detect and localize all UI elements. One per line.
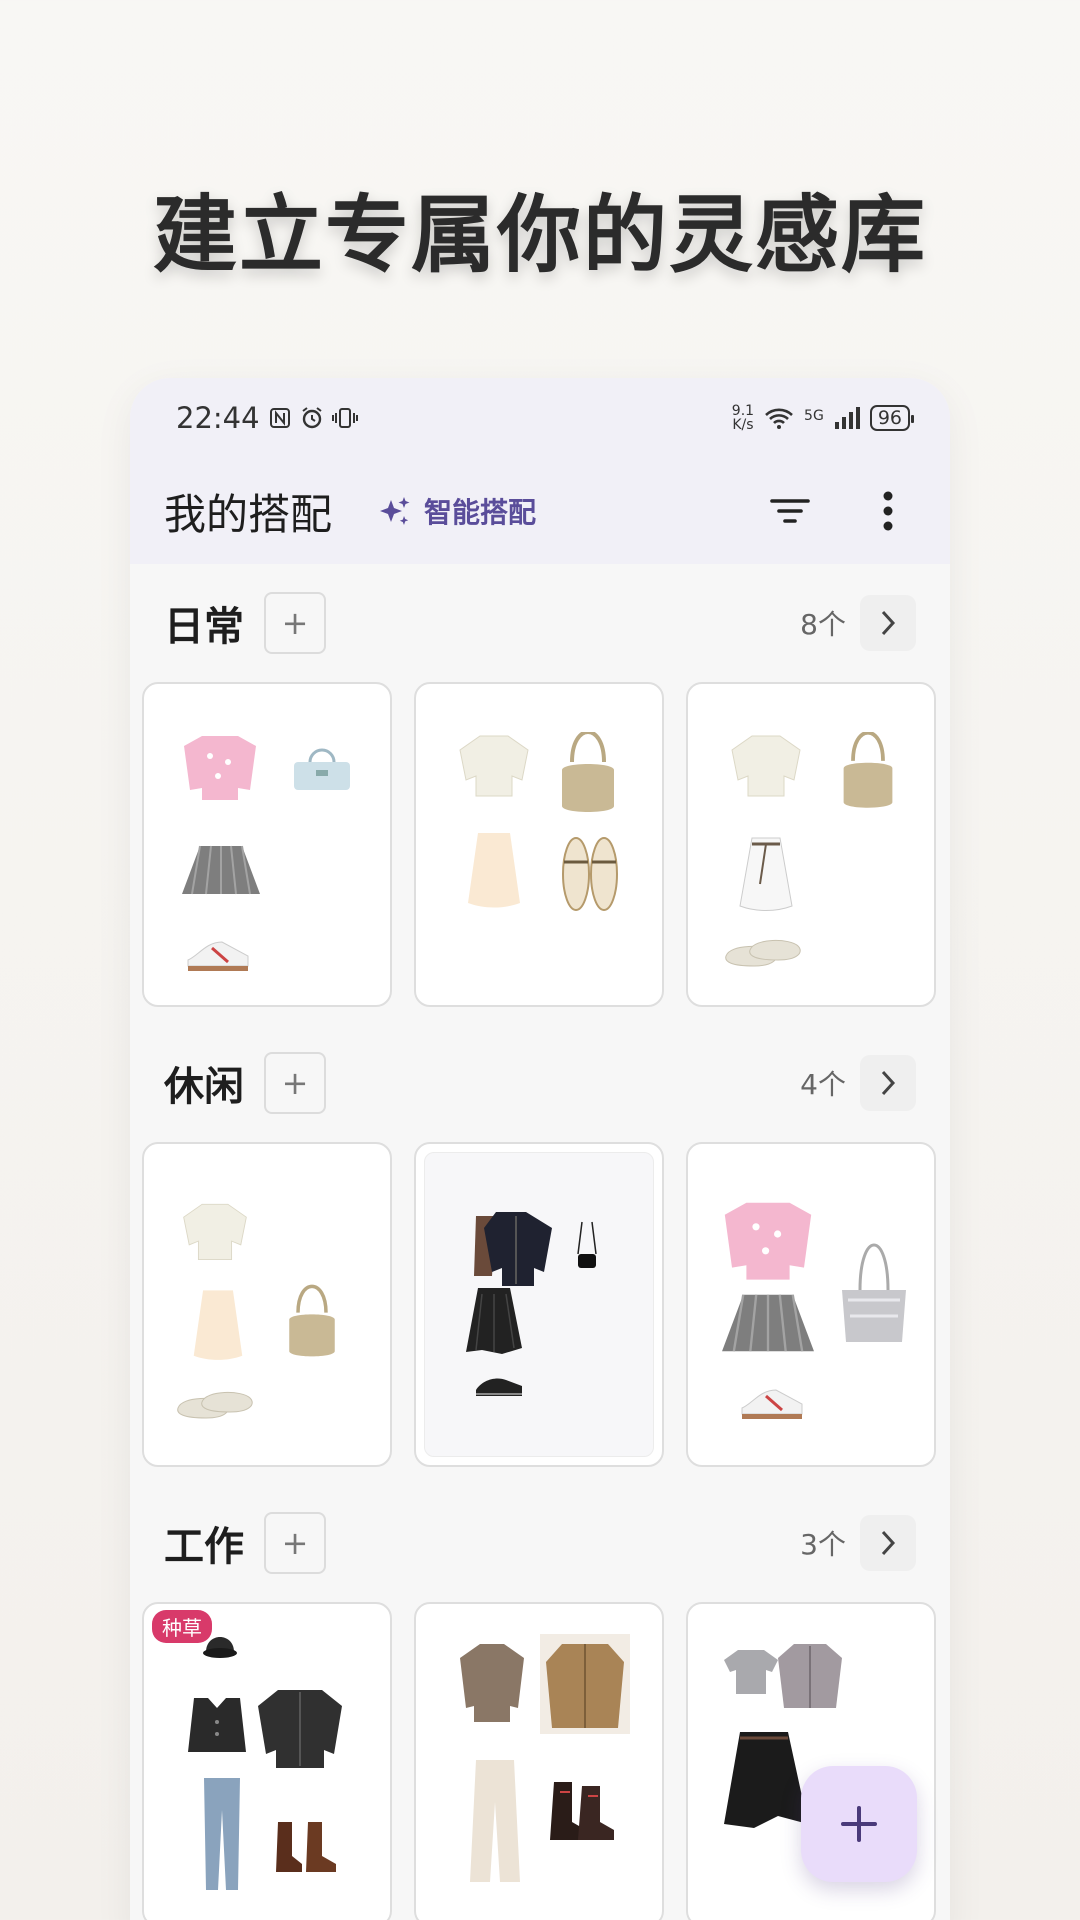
camel-coat-image [540,1634,630,1734]
outfit-card[interactable] [142,682,392,1007]
cream-blouse-image [183,1203,247,1261]
sneakers-image [741,1389,803,1419]
section-title: 休闲 [164,1064,244,1110]
battery-icon: 96 [869,405,915,431]
smart-match-label: 智能搭配 [424,496,537,529]
jeans-image [204,1778,240,1890]
tan-hobo-bag-image [843,732,893,808]
plus-icon [841,1806,877,1842]
cream-blouse-image [459,735,529,797]
black-asymmetric-skirt-image [724,1732,808,1828]
more-button[interactable] [860,483,916,539]
chevron-right-icon [881,1530,896,1556]
blue-handbag-image [294,748,350,790]
chevron-right-icon [881,610,896,636]
section-more-button[interactable] [860,595,916,651]
filter-button[interactable] [762,483,818,539]
add-outfit-button[interactable]: + [264,1052,326,1114]
outfit-grid-daily [130,682,950,1007]
outfit-card[interactable] [686,682,936,1007]
sneakers-image [187,941,249,971]
phone-screen: 22:44 9.1 K/s 5G 96 我的搭配 智能搭配 日常 + 8个 休闲… [130,378,950,1920]
smart-match-button[interactable]: 智能搭配 [378,491,536,531]
section-count: 8个 [800,608,846,641]
network-speed: 9.1 K/s [731,403,755,433]
promo-headline: 建立专属你的灵感库 [152,186,927,284]
outfit-card[interactable] [414,1142,664,1467]
outfit-grid-casual [130,1142,950,1467]
section-count: 4个 [800,1068,846,1101]
white-skirt-image [739,837,793,911]
vibrate-icon [331,408,358,428]
wifi-icon [765,408,793,429]
flat-shoes-image [177,1392,253,1419]
flat-shoes-image [725,940,801,967]
section-title: 日常 [164,604,244,650]
outfit-card[interactable] [414,682,664,1007]
tan-hobo-bag-image [562,732,614,812]
outfit-card[interactable] [686,1142,936,1467]
section-header-casual: 休闲 + 4个 [130,1024,950,1142]
wide-pants-image [470,1760,520,1882]
section-count: 3个 [800,1528,846,1561]
add-outfit-button[interactable]: + [264,1512,326,1574]
pink-sweater-image [184,736,256,800]
wishlist-badge: 种草 [152,1610,212,1643]
add-fab-button[interactable] [801,1766,917,1882]
black-jacket-image [474,1212,552,1286]
outfit-card[interactable] [414,1602,664,1920]
more-vert-icon [883,491,893,531]
cream-skirt-image [468,833,520,908]
outfit-card[interactable]: 种草 [142,1602,392,1920]
nfc-icon [269,408,290,428]
cream-skirt-image [193,1290,243,1360]
status-time: 22:44 [176,401,260,435]
black-vest-image [188,1698,246,1752]
tan-hobo-bag-image [289,1284,335,1357]
brown-sweater-image [460,1644,524,1722]
network-type: 5G [804,408,824,424]
page-title: 我的搭配 [164,489,333,539]
section-title: 工作 [164,1524,244,1570]
gray-skirt-image [182,845,260,895]
tulle-skirt-image [466,1288,522,1354]
gray-skirt-image [722,1294,814,1352]
ankle-boots-image [550,1782,614,1840]
section-header-work: 工作 + 3个 [130,1484,950,1602]
filter-icon [770,499,810,523]
gray-cardigan-image [778,1644,842,1708]
signal-icon [834,407,860,429]
cream-blouse-image [731,735,801,797]
gray-tee-image [724,1650,778,1694]
app-bar: 我的搭配 智能搭配 [130,458,950,564]
mary-jane-shoes-image [562,837,618,911]
black-crossbody-bag-image [577,1221,597,1268]
status-bar: 22:44 9.1 K/s 5G 96 [130,378,950,458]
silver-bag-image [842,1243,906,1342]
chevron-right-icon [881,1070,896,1096]
black-shoes-image [476,1378,522,1396]
leather-jacket-image [258,1690,342,1768]
section-header-daily: 日常 + 8个 [130,564,950,682]
section-more-button[interactable] [860,1515,916,1571]
brown-boots-image [276,1822,336,1872]
pink-sweater-image [724,1202,812,1280]
add-outfit-button[interactable]: + [264,592,326,654]
outfit-card[interactable] [142,1142,392,1467]
section-more-button[interactable] [860,1055,916,1111]
sparkle-icon [380,497,410,525]
alarm-icon [301,407,322,429]
